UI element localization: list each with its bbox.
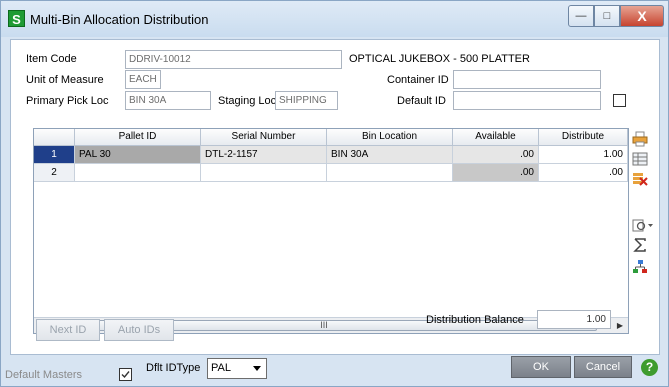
pallet-id-cell[interactable]: PAL 30 [75, 146, 201, 164]
row-number[interactable]: 1 [34, 146, 75, 164]
bin-location-cell[interactable] [327, 164, 453, 182]
checkmark-icon [121, 371, 130, 379]
chevron-down-icon [253, 366, 261, 371]
default-masters-checkbox[interactable] [119, 368, 132, 381]
distribution-balance-field: 1.00 [537, 310, 611, 329]
distribution-balance-label: Distribution Balance [426, 314, 524, 326]
maximize-button[interactable]: □ [594, 5, 620, 27]
default-masters-label: Default Masters [5, 369, 83, 381]
distribute-cell[interactable]: .00 [539, 164, 628, 182]
primary-pick-label: Primary Pick Loc [26, 95, 109, 107]
dialog-window: S Multi-Bin Allocation Distribution — □ … [0, 0, 669, 387]
staging-loc-label: Staging Loc [218, 95, 277, 107]
available-cell: .00 [453, 164, 539, 182]
delete-row-icon[interactable] [632, 171, 648, 187]
close-button[interactable]: X [620, 5, 664, 27]
next-id-button[interactable]: Next ID [36, 319, 100, 341]
minimize-button[interactable]: — [568, 5, 594, 27]
title-bar: S Multi-Bin Allocation Distribution — □ … [1, 1, 668, 37]
col-header-pallet-id[interactable]: Pallet ID [75, 129, 201, 146]
item-description: OPTICAL JUKEBOX - 500 PLATTER [349, 53, 530, 65]
item-code-field[interactable]: DDRIV-10012 [125, 50, 342, 69]
scroll-right-arrow-icon[interactable]: ▶ [614, 320, 626, 332]
window-title: Multi-Bin Allocation Distribution [30, 12, 209, 27]
uom-field[interactable]: EACH [125, 70, 161, 89]
sage-app-icon: S [8, 10, 25, 27]
available-cell: .00 [453, 146, 539, 164]
ok-button[interactable]: OK [511, 356, 571, 378]
serial-number-cell[interactable]: DTL-2-1157 [201, 146, 327, 164]
primary-pick-field[interactable]: BIN 30A [125, 91, 211, 110]
col-header-serial-number[interactable]: Serial Number [201, 129, 327, 146]
pallet-id-cell[interactable] [75, 164, 201, 182]
dflt-id-type-select[interactable]: PAL [207, 358, 267, 379]
dflt-id-type-label: Dflt IDType [146, 362, 201, 374]
default-id-checkbox[interactable] [613, 94, 626, 107]
col-header-available[interactable]: Available [453, 129, 539, 146]
auto-ids-button[interactable]: Auto IDs [104, 319, 174, 341]
default-id-field[interactable] [453, 91, 601, 110]
uom-label: Unit of Measure [26, 74, 104, 86]
print-icon[interactable] [632, 131, 648, 147]
col-header-distribute[interactable]: Distribute [539, 129, 628, 146]
serial-number-cell[interactable] [201, 164, 327, 182]
lookup-dropdown-icon[interactable] [632, 217, 654, 233]
container-id-field[interactable] [453, 70, 601, 89]
sum-icon[interactable] [632, 237, 648, 253]
cancel-button[interactable]: Cancel [574, 356, 632, 378]
main-panel: Item Code DDRIV-10012 OPTICAL JUKEBOX - … [10, 39, 660, 355]
bin-location-cell[interactable]: BIN 30A [327, 146, 453, 164]
grid-view-icon[interactable] [632, 151, 648, 167]
default-id-label: Default ID [397, 95, 446, 107]
col-header-bin-location[interactable]: Bin Location [327, 129, 453, 146]
container-id-label: Container ID [387, 74, 449, 86]
row-header-corner [34, 129, 75, 146]
help-icon[interactable]: ? [641, 359, 658, 376]
dflt-id-type-value: PAL [211, 362, 231, 374]
item-code-label: Item Code [26, 53, 77, 65]
distribute-cell[interactable]: 1.00 [539, 146, 628, 164]
row-number[interactable]: 2 [34, 164, 75, 182]
staging-loc-field[interactable]: SHIPPING [275, 91, 338, 110]
distribution-grid: Pallet ID Serial Number Bin Location Ava… [33, 128, 629, 334]
hierarchy-icon[interactable] [632, 259, 648, 275]
